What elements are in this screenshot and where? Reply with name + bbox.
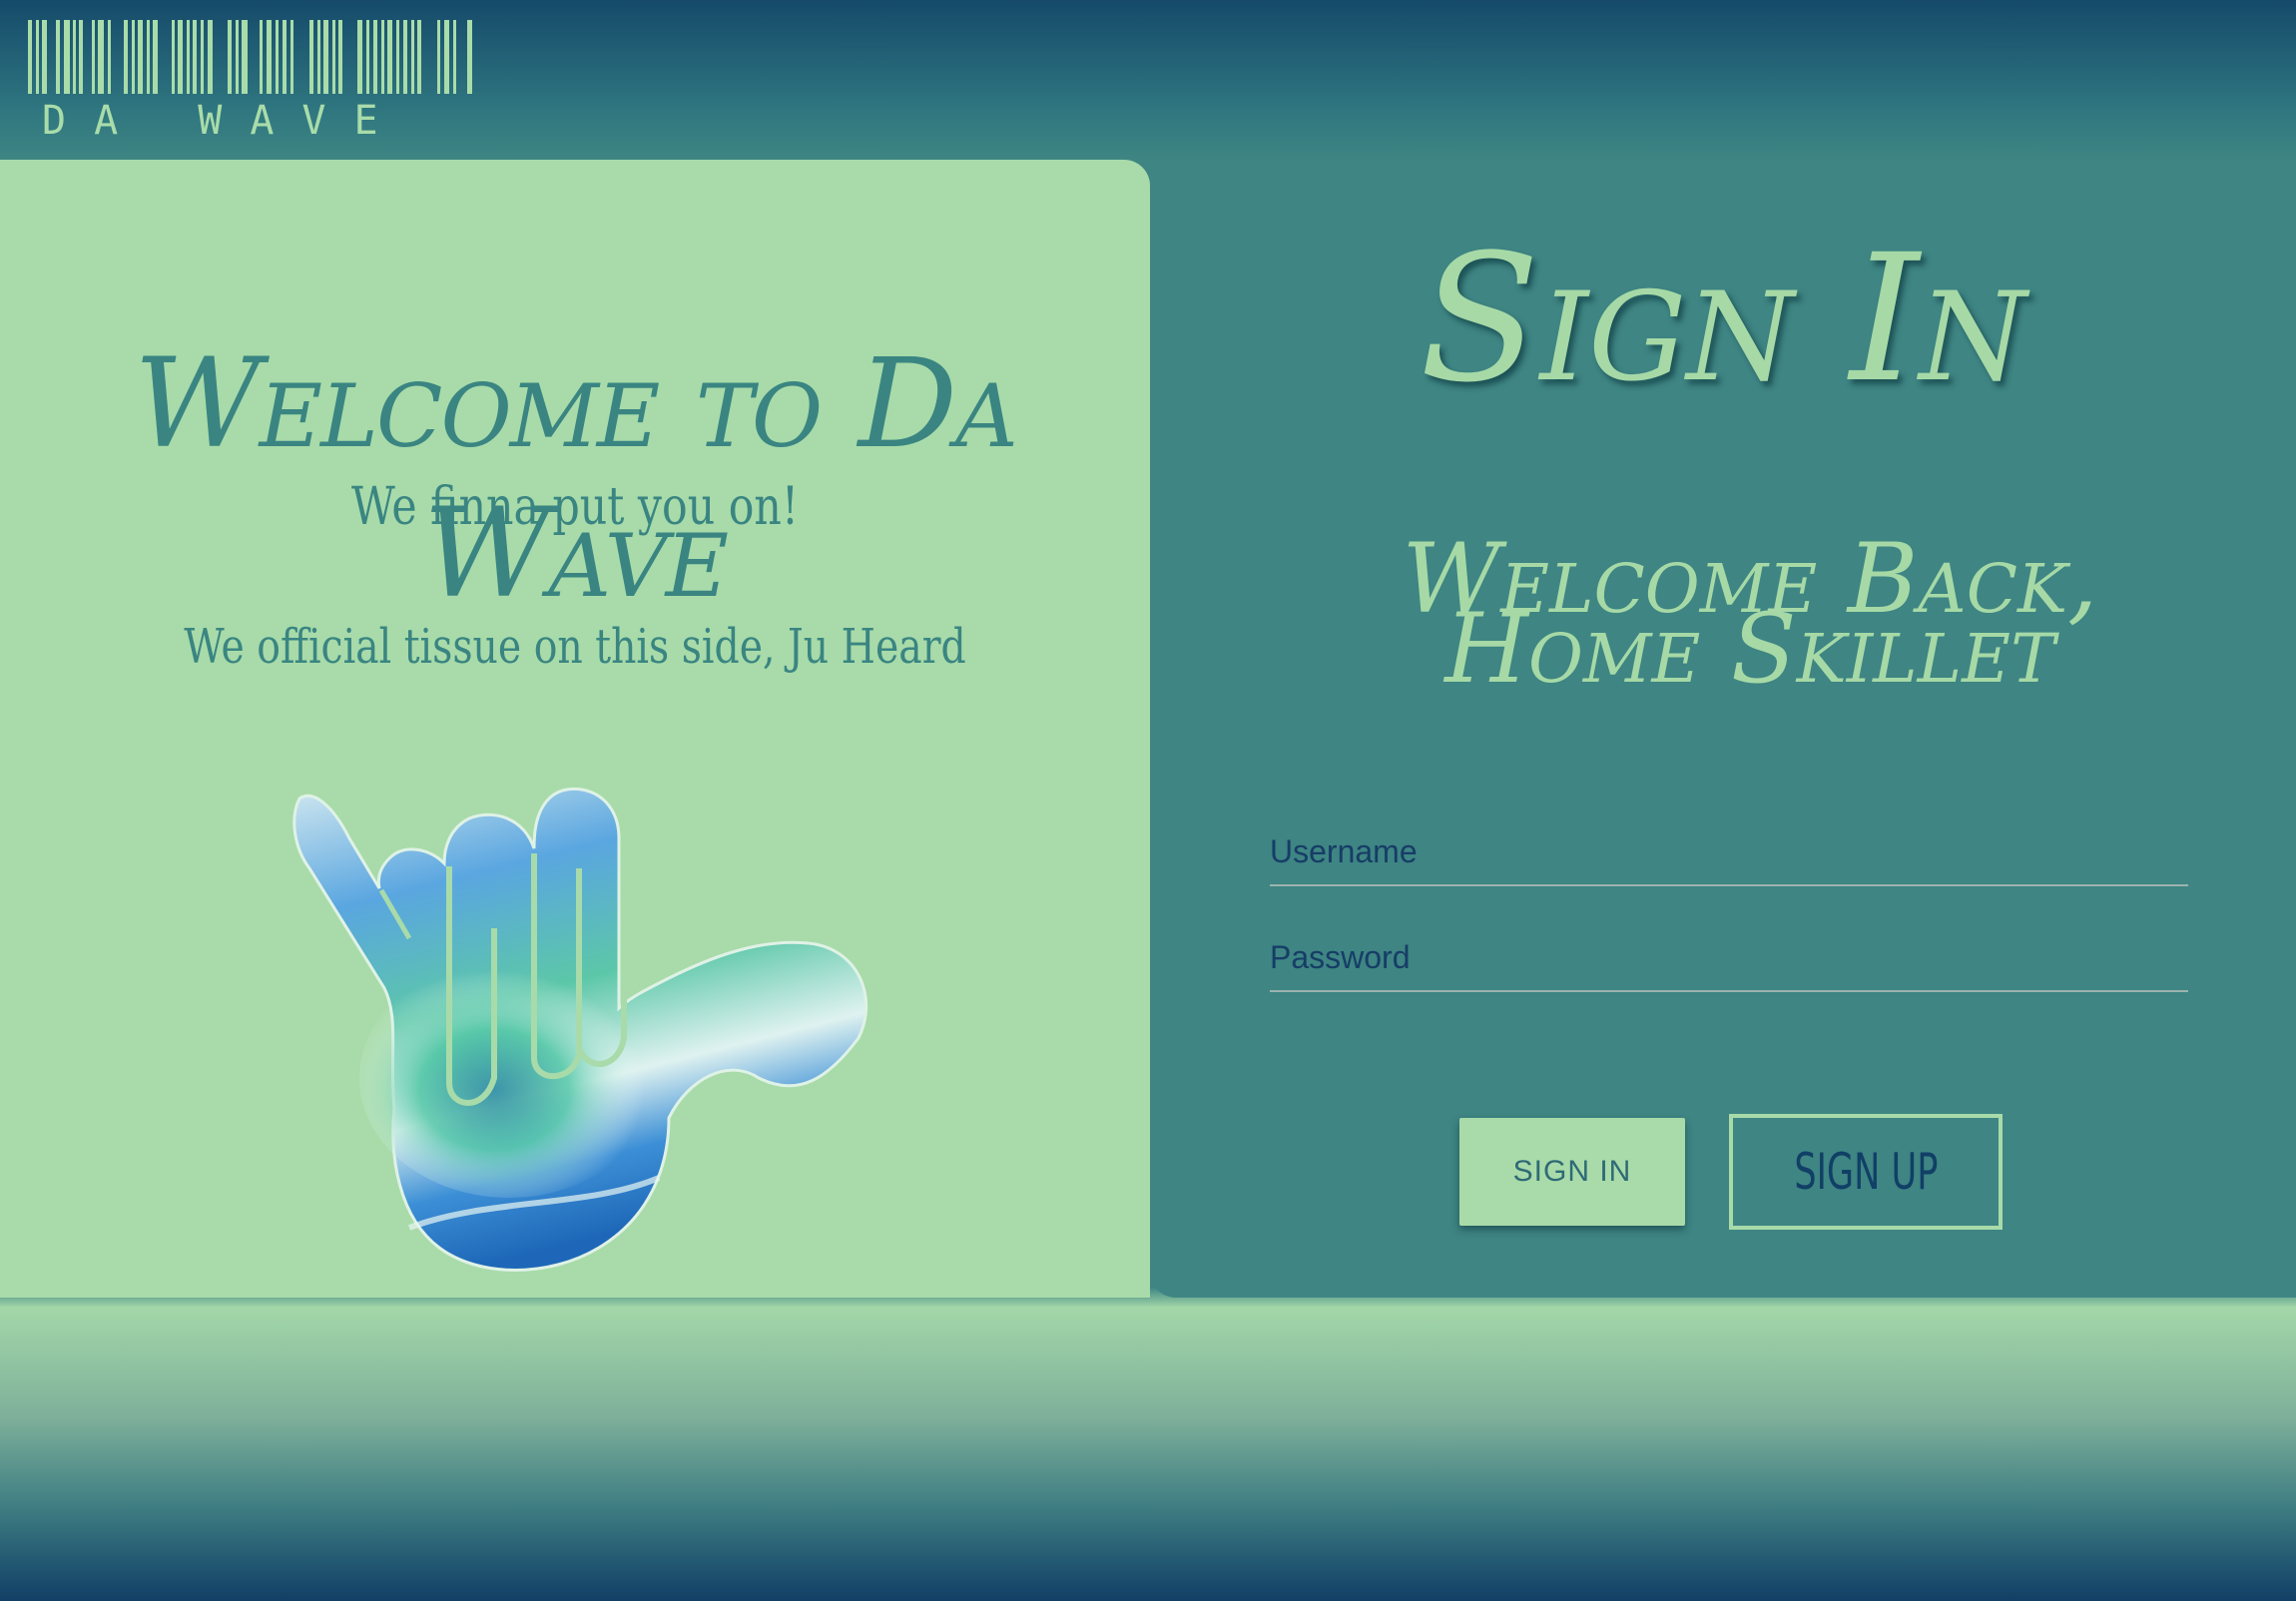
da-wave-logo[interactable]: DA WAVE (28, 20, 479, 144)
welcome-panel: Welcome to Da Wave We finna put you on! … (0, 160, 1150, 1298)
password-input[interactable] (1270, 924, 2188, 992)
logo-text: DA WAVE (42, 98, 406, 144)
password-field (1270, 924, 2188, 994)
signin-button[interactable]: SIGN IN (1459, 1118, 1685, 1226)
signin-panel: Sign In Welcome Back, Home Skillet SIGN … (1150, 160, 2296, 1298)
welcome-subtitle: We finna put you on! (351, 477, 799, 537)
shaka-hand-wave-image (292, 787, 868, 1272)
username-input[interactable] (1270, 818, 2188, 886)
signin-title: Sign In (1419, 217, 2027, 421)
signin-greeting: Welcome Back, Home Skillet (1402, 523, 2098, 705)
signup-button[interactable]: SIGN UP (1729, 1114, 2003, 1230)
username-field (1270, 818, 2188, 888)
welcome-tagline: We official tissue on this side, Ju Hear… (184, 619, 966, 675)
barcode-icon (28, 20, 472, 94)
signup-button-label: SIGN UP (1793, 1143, 1939, 1201)
